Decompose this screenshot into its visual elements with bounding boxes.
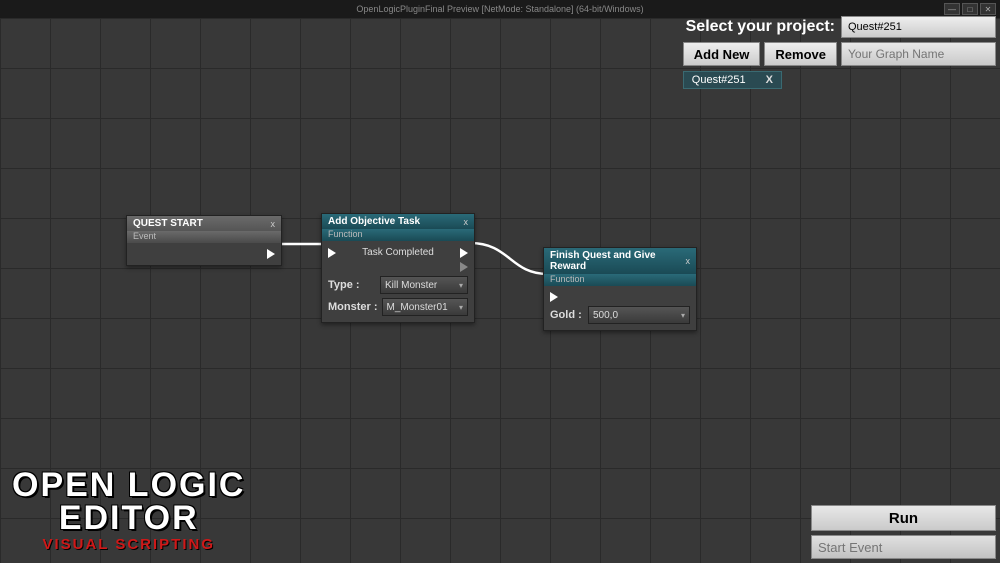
- node-body: [127, 243, 281, 265]
- close-icon[interactable]: x: [464, 217, 469, 227]
- add-new-button[interactable]: Add New: [683, 42, 761, 66]
- node-subtitle: Event: [127, 231, 281, 243]
- logo-line2: EDITOR: [12, 502, 245, 534]
- minimize-button[interactable]: —: [944, 3, 960, 15]
- node-body: Task Completed Type : Kill Monster Monst…: [322, 241, 474, 322]
- node-title: Finish Quest and Give Reward: [550, 250, 686, 272]
- project-panel: Select your project: Add New Remove Ques…: [683, 16, 996, 89]
- exec-out-pin[interactable]: [460, 248, 468, 258]
- project-tag[interactable]: Quest#251 X: [683, 71, 782, 89]
- close-icon[interactable]: x: [271, 219, 276, 229]
- run-panel: Run: [811, 505, 996, 559]
- close-button[interactable]: ✕: [980, 3, 996, 15]
- logo-line1: OPEN LOGIC: [12, 469, 245, 501]
- logo: OPEN LOGIC EDITOR VISUAL SCRIPTING: [12, 469, 245, 553]
- field-gold: Gold : 500,0: [550, 304, 690, 326]
- node-add-objective-task[interactable]: Add Objective Task x Function Task Compl…: [321, 213, 475, 323]
- run-button[interactable]: Run: [811, 505, 996, 531]
- field-label: Type :: [328, 279, 376, 291]
- exec-out-pin[interactable]: [267, 249, 275, 259]
- tag-close-icon[interactable]: X: [766, 74, 773, 86]
- node-title: Add Objective Task: [328, 216, 420, 227]
- maximize-button[interactable]: □: [962, 3, 978, 15]
- field-type: Type : Kill Monster: [328, 274, 468, 296]
- start-event-input[interactable]: [811, 535, 996, 559]
- gold-select[interactable]: 500,0: [588, 306, 690, 324]
- exec-out-label: Task Completed: [362, 247, 434, 258]
- node-subtitle: Function: [544, 274, 696, 286]
- tag-label: Quest#251: [692, 74, 746, 86]
- remove-button[interactable]: Remove: [764, 42, 837, 66]
- select-project-label: Select your project:: [686, 18, 835, 36]
- exec-out-pin-2[interactable]: [460, 262, 468, 272]
- field-label: Gold :: [550, 309, 584, 321]
- window-controls: — □ ✕: [944, 3, 996, 15]
- node-subtitle: Function: [322, 229, 474, 241]
- field-monster: Monster : M_Monster01: [328, 296, 468, 318]
- exec-in-pin[interactable]: [328, 248, 336, 258]
- exec-in-pin[interactable]: [550, 292, 558, 302]
- node-header[interactable]: QUEST START x: [127, 216, 281, 231]
- project-input[interactable]: [841, 16, 996, 38]
- logo-subtitle: VISUAL SCRIPTING: [12, 536, 245, 553]
- node-body: Gold : 500,0: [544, 286, 696, 330]
- field-label: Monster :: [328, 301, 378, 313]
- type-select[interactable]: Kill Monster: [380, 276, 468, 294]
- node-finish-quest[interactable]: Finish Quest and Give Reward x Function …: [543, 247, 697, 331]
- titlebar-text: OpenLogicPluginFinal Preview [NetMode: S…: [356, 4, 643, 14]
- node-quest-start[interactable]: QUEST START x Event: [126, 215, 282, 266]
- close-icon[interactable]: x: [686, 256, 691, 266]
- node-header[interactable]: Add Objective Task x: [322, 214, 474, 229]
- node-header[interactable]: Finish Quest and Give Reward x: [544, 248, 696, 274]
- graph-name-input[interactable]: [841, 42, 996, 66]
- monster-select[interactable]: M_Monster01: [382, 298, 469, 316]
- node-title: QUEST START: [133, 218, 203, 229]
